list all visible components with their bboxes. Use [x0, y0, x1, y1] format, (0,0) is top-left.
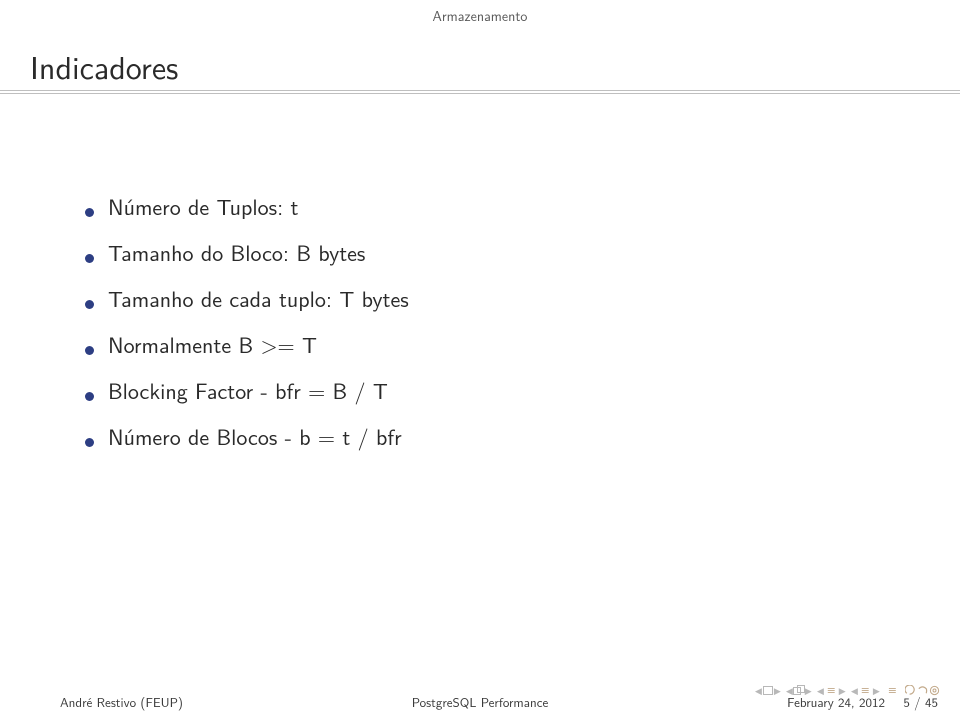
bullet-icon: [85, 438, 94, 447]
slide-title: Indicadores: [0, 26, 960, 95]
list-item-text: Tamanho do Bloco: B bytes: [108, 236, 365, 268]
title-rule-1: [0, 90, 960, 91]
footer-talk-title: PostgreSQL Performance: [412, 693, 549, 712]
list-item: Blocking Factor - bfr = B / T: [85, 374, 900, 406]
section-header: Armazenamento: [0, 0, 960, 26]
list-item: Número de Blocos - b = t / bfr: [85, 420, 900, 452]
title-rule-2: [0, 93, 960, 94]
bullet-icon: [85, 254, 94, 263]
footer-page-number: 5 / 45: [903, 693, 938, 712]
list-item: Tamanho do Bloco: B bytes: [85, 236, 900, 268]
bullet-icon: [85, 208, 94, 217]
list-item: Número de Tuplos: t: [85, 190, 900, 222]
footer-author: André Restivo (FEUP): [60, 693, 183, 712]
slide: Armazenamento Indicadores Número de Tupl…: [0, 0, 960, 720]
bullet-icon: [85, 300, 94, 309]
list-item-text: Normalmente B >= T: [108, 328, 317, 360]
list-item-text: Número de Tuplos: t: [108, 190, 298, 222]
list-item-text: Tamanho de cada tuplo: T bytes: [108, 282, 409, 314]
list-item: Normalmente B >= T: [85, 328, 900, 360]
footer: André Restivo (FEUP) PostgreSQL Performa…: [0, 693, 960, 715]
footer-date: February 24, 2012: [787, 693, 885, 712]
slide-body: Número de Tuplos: t Tamanho do Bloco: B …: [85, 190, 900, 466]
bullet-icon: [85, 392, 94, 401]
list-item-text: Número de Blocos - b = t / bfr: [108, 420, 402, 452]
bullet-icon: [85, 346, 94, 355]
list-item-text: Blocking Factor - bfr = B / T: [108, 374, 388, 406]
list-item: Tamanho de cada tuplo: T bytes: [85, 282, 900, 314]
